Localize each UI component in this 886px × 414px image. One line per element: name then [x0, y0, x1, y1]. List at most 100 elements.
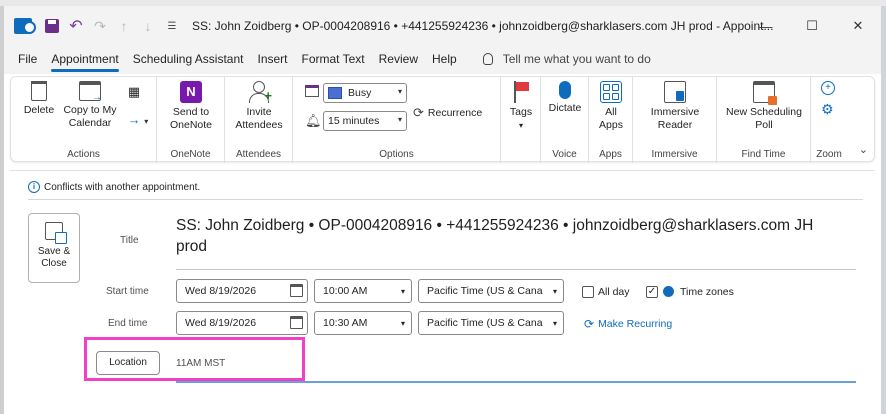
- end-date-picker[interactable]: Wed 8/19/2026: [176, 311, 308, 335]
- delete-label: Delete: [23, 104, 55, 116]
- tags-label: Tags: [509, 106, 533, 118]
- reminder-select[interactable]: 15 minutes ▾: [323, 111, 407, 131]
- all-day-label: All day: [598, 286, 630, 298]
- tell-me-search[interactable]: Tell me what you want to do: [482, 52, 651, 74]
- close-button[interactable]: ✕: [835, 6, 881, 46]
- recurrence-icon: ⟳: [584, 317, 595, 331]
- tags-button[interactable]: Tags ▾: [505, 81, 537, 132]
- onenote-icon: N: [180, 81, 202, 103]
- highlight-annotation-box: [84, 337, 305, 381]
- end-timezone-select[interactable]: Pacific Time (US & Cana ▾: [418, 311, 564, 335]
- show-as-select[interactable]: Busy ▾: [323, 83, 407, 103]
- calendar-copy-icon: [79, 81, 102, 104]
- title-underline: [176, 269, 856, 270]
- busy-swatch-icon: [328, 87, 342, 99]
- tab-format-text[interactable]: Format Text: [302, 52, 376, 74]
- tab-scheduling-assistant[interactable]: Scheduling Assistant: [133, 52, 255, 74]
- calendar-icon[interactable]: [290, 284, 303, 297]
- dictate-button[interactable]: Dictate: [545, 81, 585, 115]
- chevron-down-icon: ▾: [400, 287, 405, 296]
- flag-icon: [512, 81, 530, 103]
- immersive-group-label: Immersive: [651, 149, 698, 160]
- end-time-select[interactable]: 10:30 AM ▾: [314, 311, 412, 335]
- save-close-icon: [45, 222, 67, 244]
- tab-review[interactable]: Review: [379, 52, 429, 74]
- recurrence-button[interactable]: ⟳ Recurrence: [413, 105, 482, 121]
- tab-file[interactable]: File: [18, 52, 48, 74]
- ribbon-group-attendees: + Invite Attendees Attendees: [225, 77, 293, 163]
- save-icon[interactable]: [44, 18, 60, 34]
- forward-arrow-icon[interactable]: → ▾: [121, 113, 155, 128]
- start-timezone-select[interactable]: Pacific Time (US & Cana ▾: [418, 279, 564, 303]
- minimize-button[interactable]: —: [743, 6, 789, 46]
- microphone-icon: [559, 81, 571, 99]
- new-scheduling-poll-button[interactable]: New Scheduling Poll: [721, 81, 807, 132]
- actions-group-label: Actions: [67, 149, 100, 160]
- title-bar: ↶ ↷ ↑ ↓ ☰ SS: John Zoidberg • OP-0004208…: [4, 6, 881, 46]
- ribbon-collapse-chevron-icon[interactable]: ⌄: [859, 143, 868, 156]
- new-scheduling-poll-label: New Scheduling Poll: [726, 106, 802, 131]
- forward-calendar-icon[interactable]: ▦: [123, 85, 145, 98]
- zoom-group-label: Zoom: [816, 149, 842, 160]
- time-zones-checkbox[interactable]: ✓: [646, 286, 658, 298]
- window-title: SS: John Zoidberg • OP-0004208916 • +441…: [192, 19, 774, 33]
- end-date-value: Wed 8/19/2026: [185, 317, 257, 329]
- screen-edge-right: [881, 6, 886, 414]
- end-time-value: 10:30 AM: [323, 317, 368, 329]
- chevron-down-icon: ▾: [397, 87, 402, 96]
- copy-to-calendar-label: Copy to My Calendar: [63, 104, 117, 129]
- title-input[interactable]: SS: John Zoidberg • OP-0004208916 • +441…: [176, 215, 826, 257]
- chevron-down-icon: ▾: [518, 121, 523, 130]
- tab-appointment[interactable]: Appointment: [51, 52, 129, 74]
- make-recurring-label: Make Recurring: [598, 318, 673, 330]
- all-apps-button[interactable]: All Apps: [593, 81, 629, 132]
- zoom-add-icon[interactable]: +: [821, 81, 835, 95]
- next-item-icon[interactable]: ↓: [140, 18, 156, 34]
- ribbon-group-tags: Tags ▾: [501, 77, 541, 163]
- undo-icon[interactable]: ↶: [68, 18, 84, 35]
- end-timezone-value: Pacific Time (US & Cana: [427, 317, 543, 329]
- start-timezone-value: Pacific Time (US & Cana: [427, 285, 543, 297]
- add-person-icon: +: [248, 81, 272, 103]
- start-date-value: Wed 8/19/2026: [185, 285, 257, 297]
- copy-to-calendar-button[interactable]: Copy to My Calendar: [61, 81, 119, 130]
- all-apps-label: All Apps: [599, 106, 623, 131]
- globe-icon: [663, 286, 674, 297]
- invite-attendees-button[interactable]: + Invite Attendees: [231, 81, 287, 132]
- customize-toolbar-icon[interactable]: ☰: [164, 18, 180, 34]
- appointment-form: i Conflicts with another appointment. Sa…: [10, 170, 875, 414]
- send-to-onenote-label: Send to OneNote: [169, 106, 213, 131]
- dictate-label: Dictate: [548, 102, 582, 114]
- chevron-down-icon: ▾: [397, 115, 402, 124]
- invite-attendees-label: Invite Attendees: [235, 106, 283, 131]
- start-date-picker[interactable]: Wed 8/19/2026: [176, 279, 308, 303]
- gear-icon[interactable]: ⚙: [821, 101, 834, 118]
- calendar-icon[interactable]: [290, 316, 303, 329]
- start-time-select[interactable]: 10:00 AM ▾: [314, 279, 412, 303]
- make-recurring-link[interactable]: ⟳ Make Recurring: [584, 317, 672, 331]
- ribbon-group-immersive: Immersive Reader Immersive: [633, 77, 717, 163]
- title-label: Title: [120, 235, 139, 246]
- tab-insert[interactable]: Insert: [257, 52, 298, 74]
- tab-help[interactable]: Help: [432, 52, 468, 74]
- ribbon: Delete Copy to My Calendar ▦ → ▾ Actions…: [10, 76, 875, 163]
- maximize-button[interactable]: ☐: [789, 6, 835, 46]
- previous-item-icon[interactable]: ↑: [116, 18, 132, 34]
- divider: [28, 199, 863, 200]
- chevron-down-icon: ▾: [552, 319, 557, 328]
- all-day-checkbox[interactable]: [582, 286, 594, 298]
- chevron-down-icon: ▾: [552, 287, 557, 296]
- recurrence-label: Recurrence: [427, 107, 483, 119]
- ribbon-group-actions: Delete Copy to My Calendar ▦ → ▾ Actions: [11, 77, 157, 163]
- location-underline: [176, 381, 856, 383]
- immersive-reader-icon: [664, 81, 686, 103]
- redo-icon[interactable]: ↷: [92, 18, 108, 34]
- send-to-onenote-button[interactable]: N Send to OneNote: [163, 81, 219, 132]
- conflict-notice: i Conflicts with another appointment.: [28, 181, 200, 193]
- show-as-value: Busy: [348, 87, 372, 99]
- end-time-label: End time: [108, 318, 148, 329]
- show-as-icon: [305, 85, 319, 97]
- delete-button[interactable]: Delete: [21, 81, 57, 117]
- save-close-button[interactable]: Save & Close: [28, 213, 80, 283]
- immersive-reader-button[interactable]: Immersive Reader: [647, 81, 703, 132]
